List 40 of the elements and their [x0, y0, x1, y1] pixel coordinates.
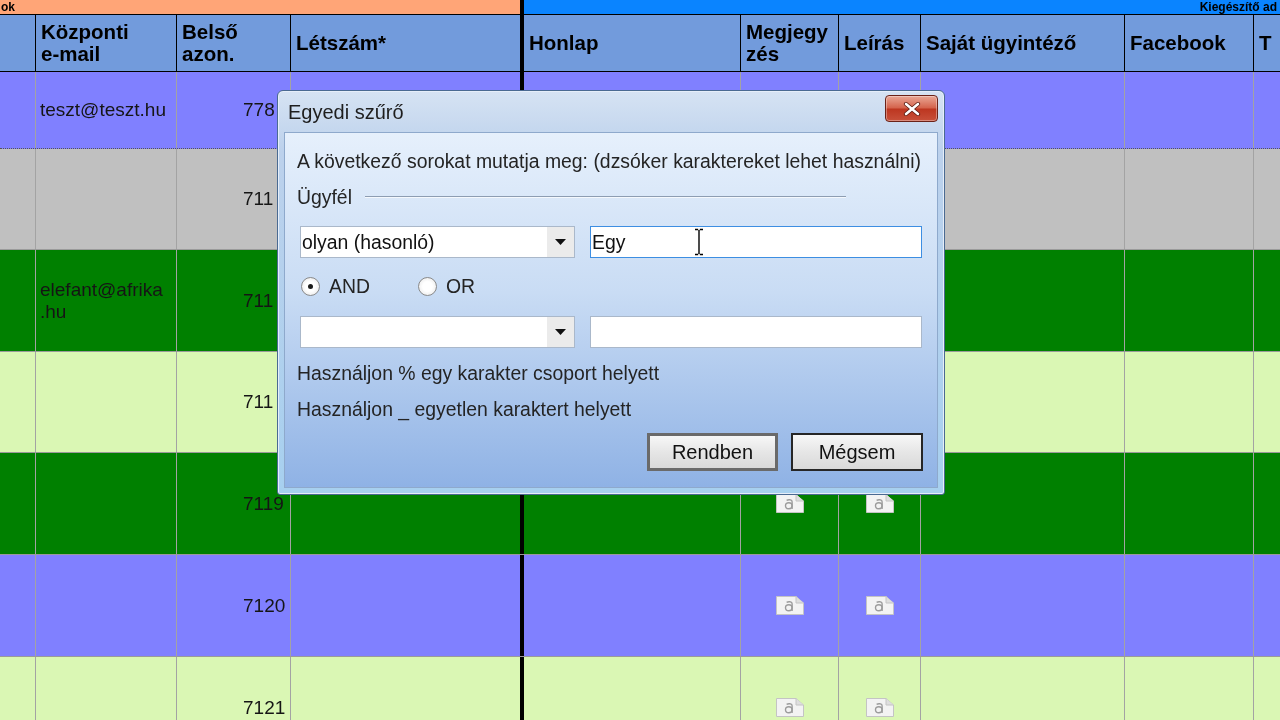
caret-icon — [547, 317, 574, 347]
column-group-header: ok — [0, 0, 524, 14]
table-cell: 7121 — [243, 696, 286, 719]
column-header: Megjegy zés — [746, 21, 829, 65]
radio-button[interactable] — [301, 276, 320, 296]
instruction-text: A következő sorokat mutatja meg: (dzsóker karaktereket lehet használni) — [297, 151, 922, 171]
column-header: Facebook — [1130, 32, 1226, 54]
table-cell: 778 — [243, 99, 275, 121]
field-label: Ügyfél — [297, 187, 352, 207]
hint-text: Használjon _ egyetlen karaktert helyett — [297, 399, 633, 419]
radio-label: AND — [329, 276, 370, 296]
caret-icon — [547, 227, 574, 257]
column-header: Honlap — [529, 32, 599, 54]
hint-text: Használjon % egy karakter csoport helyett — [297, 363, 661, 383]
value-input[interactable]: Egy — [590, 226, 922, 258]
column-header: T — [1259, 32, 1272, 54]
column-header: Létszám* — [296, 32, 386, 54]
table-cell: elefant@afrika .hu — [40, 278, 163, 323]
dialog-button[interactable]: Rendben — [647, 433, 778, 471]
operator-dropdown[interactable]: olyan (hasonló) — [300, 226, 575, 258]
table-cell: 711 — [243, 289, 274, 312]
radio-button[interactable] — [418, 276, 437, 296]
table-cell: 711 — [243, 391, 274, 413]
operator-dropdown[interactable] — [300, 316, 575, 348]
i-beam-cursor-icon — [694, 228, 704, 256]
column-header: Központi e-mail — [41, 21, 129, 65]
column-header: Belső azon. — [182, 21, 238, 65]
column-header: Saját ügyintéző — [926, 32, 1077, 54]
table-cell: 711 — [243, 188, 274, 210]
close-icon — [902, 101, 921, 116]
dialog-button[interactable]: Mégsem — [791, 433, 923, 471]
table-cell: teszt@teszt.hu — [40, 99, 166, 121]
column-group-header: Kiegészítő ad — [524, 0, 1280, 14]
column-header: Leírás — [844, 32, 905, 54]
window-title: Egyedi szűrő — [288, 100, 404, 123]
table-cell: 7120 — [243, 594, 286, 617]
table-cell: 7119 — [243, 492, 284, 515]
close-button[interactable] — [885, 95, 938, 122]
value-input[interactable] — [590, 316, 922, 348]
radio-label: OR — [446, 276, 476, 296]
